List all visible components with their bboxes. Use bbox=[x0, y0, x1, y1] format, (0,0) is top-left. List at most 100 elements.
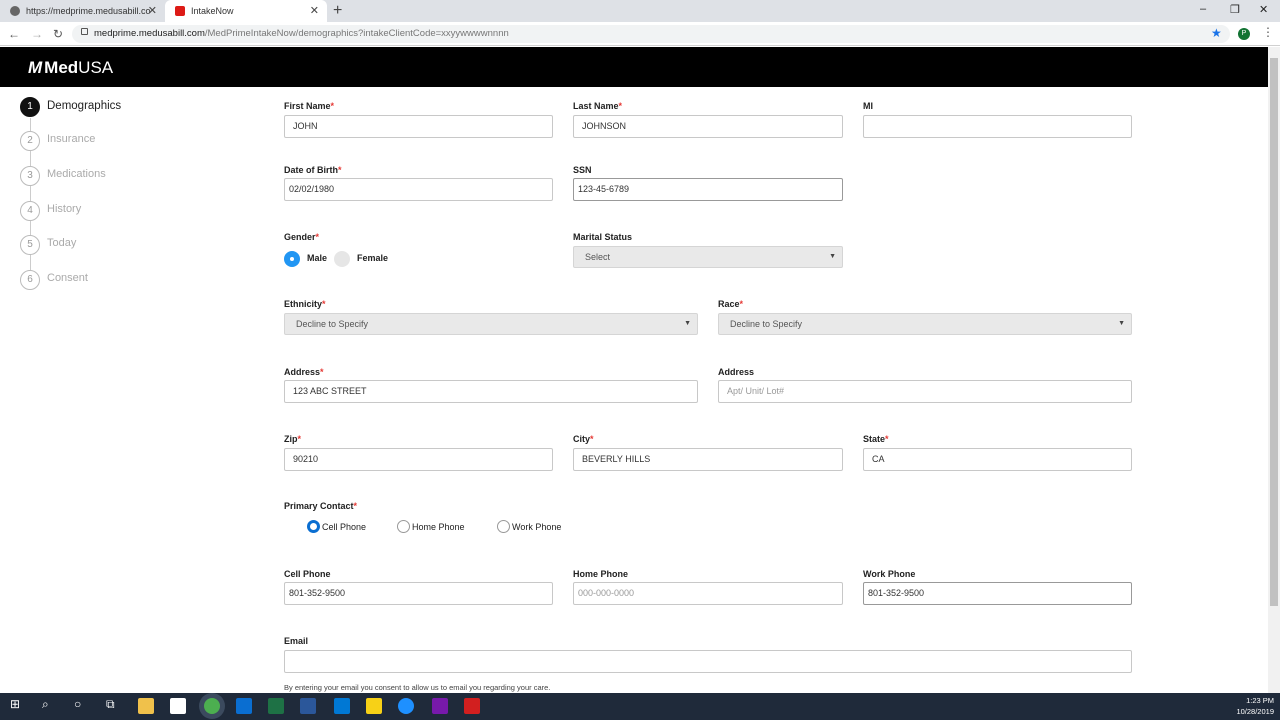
step-label: Insurance bbox=[47, 133, 96, 145]
cell-phone-input[interactable]: 801-352-9500 bbox=[284, 582, 553, 605]
home-phone-input[interactable]: 000-000-0000 bbox=[573, 582, 843, 605]
work-phone-radio[interactable] bbox=[497, 520, 510, 533]
zip-input[interactable]: 90210 bbox=[284, 448, 553, 471]
step-label: Medications bbox=[47, 168, 106, 180]
step-label: Consent bbox=[47, 272, 88, 284]
globe-icon bbox=[10, 6, 20, 16]
ethnicity-select[interactable]: Decline to Specify ▼ bbox=[284, 313, 698, 335]
new-tab-button[interactable]: + bbox=[333, 2, 342, 20]
gender-male-label[interactable]: Male bbox=[307, 253, 327, 263]
state-label: State* bbox=[863, 434, 889, 444]
restore-icon[interactable]: ❐ bbox=[1230, 3, 1240, 16]
address2-label: Address bbox=[718, 367, 755, 377]
ssn-input[interactable]: 123-45-6789 bbox=[573, 178, 843, 201]
work-phone-radio-label[interactable]: Work Phone bbox=[512, 522, 561, 532]
ethnicity-label: Ethnicity* bbox=[284, 299, 326, 309]
step-number: 3 bbox=[20, 166, 40, 186]
clock-time: 1:23 PM bbox=[1246, 696, 1274, 705]
close-window-icon[interactable]: ✕ bbox=[1259, 3, 1268, 16]
store-icon[interactable] bbox=[170, 698, 186, 714]
close-tab-icon[interactable]: ✕ bbox=[310, 0, 319, 22]
last-name-label: Last Name* bbox=[573, 101, 623, 111]
marital-status-value: Select bbox=[585, 252, 611, 262]
first-name-label: First Name* bbox=[284, 101, 335, 111]
scrollbar-thumb[interactable] bbox=[1270, 58, 1278, 606]
zip-label: Zip* bbox=[284, 434, 302, 444]
task-view-icon[interactable]: ⧉ bbox=[106, 697, 115, 712]
step-number: 6 bbox=[20, 270, 40, 290]
angular-icon bbox=[175, 6, 185, 16]
lock-icon bbox=[81, 28, 88, 35]
gender-male-radio[interactable] bbox=[284, 251, 300, 267]
cortana-icon[interactable]: ○ bbox=[74, 697, 81, 711]
search-icon[interactable]: ⌕ bbox=[42, 697, 49, 712]
browser-tab-2-title: IntakeNow bbox=[191, 6, 234, 16]
work-phone-input[interactable]: 801-352-9500 bbox=[863, 582, 1132, 605]
home-phone-radio-label[interactable]: Home Phone bbox=[412, 522, 465, 532]
browser-tab-1-title: https://medprime.medusabill.co bbox=[26, 6, 151, 16]
step-label: Today bbox=[47, 237, 77, 249]
reload-icon[interactable]: ↻ bbox=[53, 27, 63, 41]
logo-text: USA bbox=[78, 58, 114, 77]
gender-female-radio[interactable] bbox=[334, 251, 350, 267]
email-label: Email bbox=[284, 636, 309, 646]
address2-input[interactable]: Apt/ Unit/ Lot# bbox=[718, 380, 1132, 403]
app-header bbox=[0, 47, 1268, 87]
step-number: 4 bbox=[20, 201, 40, 221]
onenote-icon[interactable] bbox=[432, 698, 448, 714]
address-label: Address* bbox=[284, 367, 324, 377]
step-number: 1 bbox=[20, 97, 40, 117]
browser-menu-icon[interactable]: ⋮ bbox=[1262, 25, 1274, 39]
race-select[interactable]: Decline to Specify ▼ bbox=[718, 313, 1132, 335]
cell-phone-radio-label[interactable]: Cell Phone bbox=[322, 522, 366, 532]
ethnicity-value: Decline to Specify bbox=[296, 319, 369, 329]
excel-icon[interactable] bbox=[268, 698, 284, 714]
sticky-notes-icon[interactable] bbox=[366, 698, 382, 714]
mi-label: MI bbox=[863, 101, 873, 111]
medusa-logo: M MedUSA bbox=[28, 57, 113, 79]
step-number: 2 bbox=[20, 131, 40, 151]
minimize-icon[interactable]: – bbox=[1200, 3, 1206, 15]
last-name-input[interactable]: JOHNSON bbox=[573, 115, 843, 138]
race-label: Race* bbox=[718, 299, 744, 309]
chrome-icon[interactable] bbox=[204, 698, 220, 714]
email-input[interactable] bbox=[284, 650, 1132, 673]
marital-status-label: Marital Status bbox=[573, 232, 633, 242]
system-clock[interactable]: 1:23 PM 10/28/2019 bbox=[1228, 695, 1274, 717]
mi-input[interactable] bbox=[863, 115, 1132, 138]
gender-female-label[interactable]: Female bbox=[357, 253, 388, 263]
dropdown-arrow-icon: ▼ bbox=[829, 253, 836, 260]
address-bar[interactable]: medprime.medusabill.com/MedPrimeIntakeNo… bbox=[72, 25, 1230, 43]
work-phone-label: Work Phone bbox=[863, 569, 916, 579]
state-input[interactable]: CA bbox=[863, 448, 1132, 471]
dob-input[interactable]: 02/02/1980 bbox=[284, 178, 553, 201]
word-icon[interactable] bbox=[300, 698, 316, 714]
file-explorer-icon[interactable] bbox=[138, 698, 154, 714]
skype-business-icon[interactable] bbox=[334, 698, 350, 714]
race-value: Decline to Specify bbox=[730, 319, 803, 329]
windows-start-icon[interactable]: ⊞ bbox=[10, 697, 20, 711]
browser-tab-1[interactable]: https://medprime.medusabill.co ✕ bbox=[0, 0, 165, 22]
ssn-label: SSN bbox=[573, 165, 592, 175]
close-tab-icon[interactable]: ✕ bbox=[148, 0, 157, 22]
url-path: /MedPrimeIntakeNow/demographics?intakeCl… bbox=[204, 28, 509, 39]
bookmark-star-icon[interactable]: ★ bbox=[1211, 26, 1222, 40]
address-input[interactable]: 123 ABC STREET bbox=[284, 380, 698, 403]
browser-tab-2[interactable]: IntakeNow ✕ bbox=[165, 0, 327, 22]
windows-taskbar bbox=[0, 693, 1280, 720]
acrobat-icon[interactable] bbox=[464, 698, 480, 714]
forward-icon[interactable]: → bbox=[31, 27, 43, 41]
dropdown-arrow-icon: ▼ bbox=[1118, 320, 1125, 327]
city-label: City* bbox=[573, 434, 594, 444]
profile-avatar[interactable]: P bbox=[1238, 28, 1250, 40]
first-name-input[interactable]: JOHN bbox=[284, 115, 553, 138]
edge-icon[interactable] bbox=[398, 698, 414, 714]
home-phone-radio[interactable] bbox=[397, 520, 410, 533]
logo-text-bold: Med bbox=[44, 58, 79, 77]
dob-label: Date of Birth* bbox=[284, 165, 342, 175]
city-input[interactable]: BEVERLY HILLS bbox=[573, 448, 843, 471]
cell-phone-radio[interactable] bbox=[307, 520, 320, 533]
back-icon[interactable]: ← bbox=[8, 27, 20, 41]
marital-status-select[interactable]: Select ▼ bbox=[573, 246, 843, 268]
outlook-icon[interactable] bbox=[236, 698, 252, 714]
